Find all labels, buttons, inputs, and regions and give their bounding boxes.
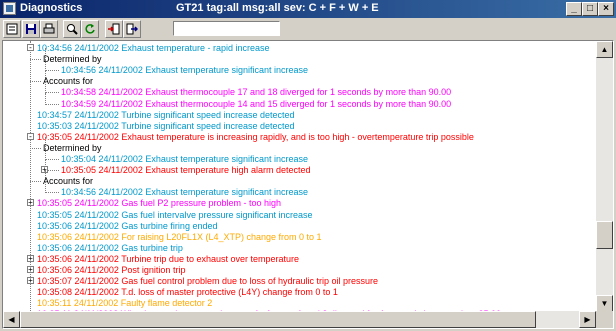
tree-row-text: 10:35:06 24/11/2002 For raising L20FL1X … [37, 231, 322, 242]
tree-row-text: 10:35:05 24/11/2002 Exhaust temperature … [61, 165, 311, 176]
expand-icon[interactable]: + [27, 254, 34, 262]
close-button[interactable]: × [598, 2, 614, 16]
tree-connector [30, 181, 41, 183]
vertical-scroll-thumb[interactable] [596, 221, 613, 250]
save-button[interactable] [22, 20, 40, 38]
tree-row[interactable]: 10:35:06 24/11/2002 Gas turbine firing e… [3, 221, 596, 232]
horizontal-scrollbar[interactable]: ◀ ▶ [3, 311, 596, 328]
scroll-left-button[interactable]: ◀ [3, 311, 20, 328]
tree-row-text: 10:35:06 24/11/2002 Turbine trip due to … [37, 253, 300, 264]
toolbar [0, 18, 616, 40]
tree-connector [45, 159, 59, 160]
tree-connector [45, 92, 59, 94]
import-icon [108, 23, 120, 35]
search-input[interactable] [173, 21, 280, 36]
tree-row-text: 10:35:03 24/11/2002 Turbine significant … [37, 120, 295, 131]
expand-icon[interactable]: + [27, 266, 34, 274]
tree-row[interactable]: +10:35:07 24/11/2002 Gas fuel control pr… [3, 276, 596, 287]
tree-row-text: Determined by [43, 142, 102, 153]
tree-row[interactable]: 10:34:58 24/11/2002 Exhaust thermocouple… [3, 81, 596, 98]
tree-row-text: 10:35:04 24/11/2002 Exhaust temperature … [61, 154, 308, 164]
tree-row[interactable]: Determined by [3, 136, 596, 154]
window-subtitle: GT21 tag:all msg:all sev: C + F + W + E [176, 2, 379, 14]
tree-row-text: 10:34:56 24/11/2002 Exhaust temperature … [61, 187, 308, 198]
tree-row[interactable]: 10:35:03 24/11/2002 Turbine significant … [3, 121, 596, 132]
tree-row-text: 10:34:59 24/11/2002 Exhaust thermocouple… [61, 98, 452, 109]
tree-connector [45, 192, 59, 194]
tree-row-text: 10:35:06 24/11/2002 Gas turbine trip [37, 242, 183, 253]
diagnostics-tree: -10:34:56 24/11/2002 Exhaust temperature… [3, 41, 596, 312]
window-title: Diagnostics [20, 2, 83, 14]
tree-row[interactable]: -10:35:05 24/11/2002 Exhaust temperature… [3, 132, 596, 143]
tree-row-text: Accounts for [43, 76, 94, 87]
tree-row-text: 10:35:05 24/11/2002 Gas fuel intervalve … [37, 209, 313, 220]
find-icon [67, 24, 78, 35]
tree-row[interactable]: Accounts for [3, 70, 596, 87]
tree-row[interactable]: 10:34:56 24/11/2002 Exhaust temperature … [3, 181, 596, 198]
properties-icon [6, 23, 18, 35]
properties-button[interactable] [3, 20, 21, 38]
maximize-button[interactable]: □ [582, 2, 598, 16]
expand-icon[interactable]: + [27, 277, 34, 285]
tree-row[interactable]: +10:35:05 24/11/2002 Gas fuel P2 pressur… [3, 198, 596, 209]
tree-row-text: 10:35:06 24/11/2002 Post ignition trip [37, 265, 186, 275]
tree-row[interactable]: 10:34:59 24/11/2002 Exhaust thermocouple… [3, 92, 596, 110]
app-icon [3, 2, 16, 15]
tree-row-text: 10:35:05 24/11/2002 Exhaust temperature … [37, 131, 474, 142]
tree-row[interactable]: 10:35:05 24/11/2002 Gas fuel intervalve … [3, 210, 596, 221]
tree-connector [45, 70, 59, 72]
tree-connector [30, 59, 41, 61]
tree-row[interactable]: -10:34:56 24/11/2002 Exhaust temperature… [3, 43, 596, 54]
tree-row-text: Accounts for [43, 176, 94, 187]
tree-row[interactable]: 10:35:06 24/11/2002 Gas turbine trip [3, 243, 596, 254]
refresh-icon [85, 24, 95, 34]
expand-icon[interactable]: + [27, 199, 34, 207]
print-button[interactable] [40, 20, 58, 38]
tree-row[interactable]: 10:34:57 24/11/2002 Turbine significant … [3, 110, 596, 121]
print-icon [43, 23, 55, 34]
collapse-icon[interactable]: - [27, 44, 34, 52]
tree-row-text: 10:34:57 24/11/2002 Turbine significant … [37, 109, 295, 120]
tree-row[interactable]: +10:35:05 24/11/2002 Exhaust temperature… [3, 159, 596, 176]
tree-row-text: 10:35:07 24/11/2002 Gas fuel control pro… [37, 276, 379, 287]
tree-connector [45, 103, 59, 105]
title-bar: Diagnostics GT21 tag:all msg:all sev: C … [0, 0, 616, 18]
refresh-button[interactable] [81, 20, 99, 38]
tree-row-text: 10:34:58 24/11/2002 Exhaust thermocouple… [61, 87, 452, 98]
save-icon [26, 24, 36, 34]
tree-row[interactable]: 10:35:11 24/11/2002 Faulty flame detecto… [3, 298, 596, 309]
tree-connector [30, 147, 41, 149]
tree-row[interactable]: Accounts for [3, 170, 596, 187]
vertical-scrollbar[interactable]: ▲ ▼ [596, 41, 613, 312]
collapse-icon[interactable]: - [27, 132, 34, 140]
diagnostics-tree-panel: -10:34:56 24/11/2002 Exhaust temperature… [2, 40, 614, 329]
tree-row[interactable]: Determined by [3, 48, 596, 65]
tree-row[interactable]: +10:35:06 24/11/2002 Turbine trip due to… [3, 254, 596, 265]
tree-row[interactable]: +10:35:06 24/11/2002 Post ignition trip [3, 265, 596, 276]
find-button[interactable] [63, 20, 81, 38]
tree-row-text: Determined by [43, 54, 102, 65]
tree-row[interactable]: 10:35:04 24/11/2002 Exhaust temperature … [3, 148, 596, 165]
minimize-button[interactable]: _ [566, 2, 582, 16]
tree-row-text: 10:35:11 24/11/2002 Faulty flame detecto… [37, 298, 213, 309]
export-button[interactable] [123, 20, 141, 38]
export-icon [126, 23, 138, 35]
tree-row-text: 10:35:06 24/11/2002 Gas turbine firing e… [37, 220, 218, 231]
tree-connector [30, 81, 41, 83]
horizontal-scroll-thumb[interactable] [20, 311, 536, 328]
scroll-down-button[interactable]: ▼ [596, 295, 613, 312]
tree-row-text: 10:34:56 24/11/2002 Exhaust temperature … [61, 65, 308, 76]
tree-row-text: 10:35:05 24/11/2002 Gas fuel P2 pressure… [37, 198, 281, 209]
import-button[interactable] [105, 20, 123, 38]
tree-row[interactable]: 10:35:08 24/11/2002 T.d. loss of master … [3, 287, 596, 298]
tree-row[interactable]: 10:34:56 24/11/2002 Exhaust temperature … [3, 59, 596, 76]
scrollbar-corner [596, 311, 613, 328]
scroll-right-button[interactable]: ▶ [579, 311, 596, 328]
tree-row-text: 10:35:08 24/11/2002 T.d. loss of master … [37, 287, 338, 298]
scroll-up-button[interactable]: ▲ [596, 41, 613, 58]
tree-row[interactable]: 10:35:06 24/11/2002 For raising L20FL1X … [3, 232, 596, 243]
tree-row-text: 10:34:56 24/11/2002 Exhaust temperature … [37, 43, 270, 53]
